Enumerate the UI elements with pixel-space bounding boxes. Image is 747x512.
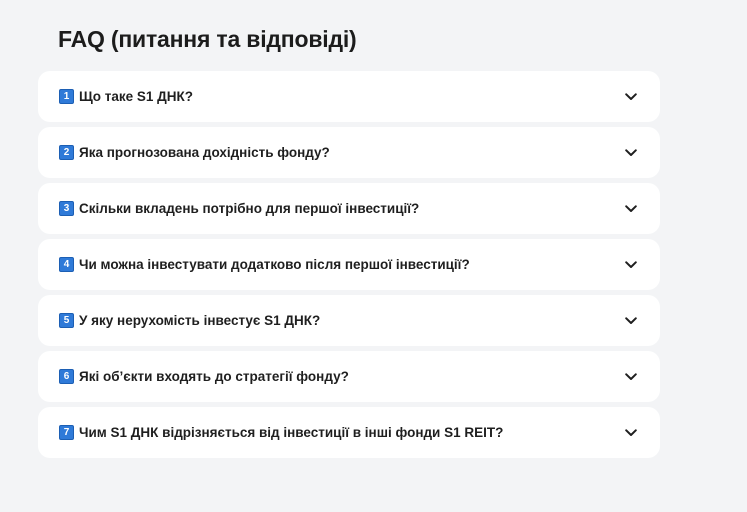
chevron-down-icon[interactable] [624,146,638,160]
faq-item-7[interactable]: 7 Чим S1 ДНК відрізняється від інвестиці… [38,407,660,458]
number-badge-icon: 1 [59,89,74,104]
faq-item-2[interactable]: 2 Яка прогнозована дохідність фонду? [38,127,660,178]
chevron-down-icon[interactable] [624,314,638,328]
faq-question: Чи можна інвестувати додатково після пер… [79,257,470,272]
chevron-down-icon[interactable] [624,370,638,384]
faq-item-1[interactable]: 1 Що таке S1 ДНК? [38,71,660,122]
faq-question: Скільки вкладень потрібно для першої інв… [79,201,420,216]
number-badge-icon: 7 [59,425,74,440]
page-title: FAQ (питання та відповіді) [58,26,357,52]
chevron-down-icon[interactable] [624,90,638,104]
faq-question: У яку нерухомість інвестує S1 ДНК? [79,313,321,328]
faq-item-4[interactable]: 4 Чи можна інвестувати додатково після п… [38,239,660,290]
number-badge-icon: 5 [59,313,74,328]
faq-item-6[interactable]: 6 Які об’єкти входять до стратегії фонду… [38,351,660,402]
faq-item-5[interactable]: 5 У яку нерухомість інвестує S1 ДНК? [38,295,660,346]
faq-item-3[interactable]: 3 Скільки вкладень потрібно для першої і… [38,183,660,234]
faq-question: Яка прогнозована дохідність фонду? [79,145,330,160]
faq-question: Чим S1 ДНК відрізняється від інвестиції … [79,425,504,440]
faq-question: Які об’єкти входять до стратегії фонду? [79,369,349,384]
number-badge-icon: 3 [59,201,74,216]
chevron-down-icon[interactable] [624,202,638,216]
faq-question: Що таке S1 ДНК? [79,89,194,104]
faq-page: FAQ (питання та відповіді) 1 Що таке S1 … [0,0,747,512]
number-badge-icon: 4 [59,257,74,272]
faq-list: 1 Що таке S1 ДНК? 2 Яка прогнозована дох… [38,71,660,463]
number-badge-icon: 6 [59,369,74,384]
chevron-down-icon[interactable] [624,426,638,440]
number-badge-icon: 2 [59,145,74,160]
chevron-down-icon[interactable] [624,258,638,272]
